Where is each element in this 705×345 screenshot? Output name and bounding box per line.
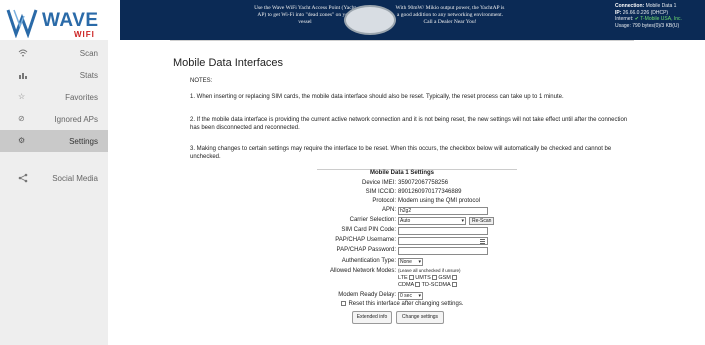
network-modes-label: Allowed Network Modes: — [329, 268, 396, 274]
sidebar-item-social-media[interactable]: Social Media — [0, 167, 108, 189]
sim-pin-label: SIM Card PIN Code: — [341, 227, 396, 233]
sidebar-item-settings[interactable]: ⚙ Settings — [0, 130, 108, 152]
chevron-down-icon: ▾ — [418, 259, 421, 265]
sidebar-item-scan[interactable]: Scan — [0, 42, 108, 64]
connection-label: Connection: — [615, 3, 645, 9]
network-modes-hint: (Leave all unchecked if unsure) — [398, 268, 461, 273]
chevron-down-icon: ▾ — [418, 293, 421, 299]
auth-type-label: Authentication Type: — [341, 258, 396, 264]
reset-row: Reset this interface after changing sett… — [170, 300, 634, 309]
auth-selected-value: None — [400, 259, 412, 265]
mode-lte-checkbox[interactable] — [408, 275, 414, 281]
modem-delay-select[interactable]: 0 sec ▾ — [398, 292, 423, 300]
usage-value: 790 bytes(0)/3 KB(U) — [632, 22, 680, 29]
logo-mark-icon — [6, 9, 38, 38]
protocol-row: Protocol: Modem using the QMI protocol — [170, 197, 634, 206]
note-1: 1. When inserting or replacing SIM cards… — [190, 94, 564, 100]
modem-delay-label: Modem Ready Delay: — [338, 292, 396, 298]
sidebar-item-favorites[interactable]: ☆ Favorites — [0, 86, 108, 108]
ad-text-right: With 90mW/ Mikio output power, the Yacht… — [395, 5, 505, 25]
bar-chart-icon — [18, 70, 28, 80]
device-imei-row: Device IMEI: 359072067758256 — [170, 179, 634, 188]
carrier-select[interactable]: Auto ▾ — [398, 217, 466, 225]
sidebar-item-label: Settings — [69, 137, 98, 146]
rescan-button[interactable]: Re-Scan — [469, 217, 495, 225]
ad-banner[interactable]: Use the Wave WiFi Yacht Access Point (Ya… — [120, 0, 705, 40]
mode-tdscdma-label: TD-SCDMA — [421, 282, 451, 288]
sidebar-item-stats[interactable]: Stats — [0, 64, 108, 86]
sim-iccid-value: 8901260970177346889 — [398, 189, 462, 195]
pap-username-label: PAP/CHAP Username: — [335, 237, 396, 243]
settings-panel: Mobile Data Interfaces NOTES: 1. When in… — [170, 40, 634, 345]
sim-iccid-row: SIM ICCID: 8901260970177346889 — [170, 188, 634, 197]
change-settings-button[interactable]: Change settings — [396, 311, 444, 324]
wifi-icon — [18, 48, 28, 58]
internet-value: ✔ T-Mobile USA, Inc. — [634, 16, 682, 22]
usage-label: Usage: — [615, 22, 631, 29]
mode-lte-label: LTE — [398, 275, 408, 281]
auth-type-select[interactable]: None ▾ — [398, 258, 423, 266]
carrier-selected-value: Auto — [400, 218, 411, 224]
sidebar: Scan Stats ☆ Favorites ⊘ Ignored APs ⚙ S… — [0, 40, 108, 345]
mode-gsm-checkbox[interactable] — [451, 275, 457, 281]
wave-wifi-logo[interactable]: WAVE WIFI — [6, 4, 110, 39]
sidebar-item-label: Scan — [79, 49, 98, 58]
mode-umts-label: UMTS — [415, 275, 431, 281]
sim-pin-input[interactable] — [398, 227, 488, 235]
connection-status: Connection: Mobile Data 1 IP: 26.66.0.22… — [615, 3, 682, 29]
note-2: 2. If the mobile data interface is provi… — [190, 117, 628, 131]
internet-label: Internet: — [615, 16, 634, 22]
network-modes-row-1: LTE UMTS GSM — [398, 275, 457, 281]
logo-text: WAVE — [42, 10, 99, 31]
delay-selected-value: 0 sec — [400, 293, 412, 299]
network-modes-row-2: CDMA TD-SCDMA — [398, 282, 457, 288]
device-imei-value: 359072067758256 — [398, 180, 449, 186]
sidebar-item-label: Social Media — [52, 174, 98, 183]
apn-input[interactable]: h2g2 — [398, 207, 488, 215]
device-imei-label: Device IMEI: — [361, 180, 396, 186]
main-content: Mobile Data Interfaces NOTES: 1. When in… — [108, 40, 705, 345]
share-icon — [18, 173, 28, 183]
extended-info-button[interactable]: Extended info — [352, 311, 392, 324]
note-3: 3. Making changes to certain settings ma… — [190, 146, 612, 160]
star-icon: ☆ — [18, 92, 26, 101]
chevron-down-icon: ▾ — [461, 218, 464, 224]
reset-interface-checkbox[interactable] — [341, 300, 347, 306]
sim-iccid-label: SIM ICCID: — [365, 189, 396, 195]
password-manager-icon[interactable] — [480, 239, 485, 244]
ip-label: IP: — [615, 9, 622, 16]
sidebar-item-ignored-aps[interactable]: ⊘ Ignored APs — [0, 108, 108, 130]
sidebar-item-label: Stats — [79, 71, 98, 80]
protocol-label: Protocol: — [372, 198, 396, 204]
connection-value: Mobile Data 1 — [645, 3, 677, 9]
page-title: Mobile Data Interfaces — [173, 57, 284, 69]
logo-subtext: WIFI — [74, 30, 95, 39]
protocol-value: Modem using the QMI protocol — [398, 198, 481, 204]
sidebar-item-label: Ignored APs — [54, 115, 98, 124]
mode-tdscdma-checkbox[interactable] — [451, 282, 457, 288]
mode-umts-checkbox[interactable] — [431, 275, 437, 281]
pap-username-input[interactable] — [398, 237, 488, 245]
blocked-icon: ⊘ — [18, 114, 25, 123]
pap-password-input[interactable] — [398, 247, 488, 255]
mode-cdma-checkbox[interactable] — [415, 282, 421, 288]
gear-icon: ⚙ — [18, 136, 26, 145]
notes-heading: NOTES: — [190, 78, 213, 84]
settings-heading: Mobile Data 1 Settings — [369, 170, 434, 176]
apn-label: APN: — [381, 207, 396, 213]
mode-gsm-label: GSM — [438, 275, 451, 281]
reset-interface-label: Reset this interface after changing sett… — [348, 301, 464, 307]
sidebar-item-label: Favorites — [65, 93, 98, 102]
header: WAVE WIFI Use the Wave WiFi Yacht Access… — [0, 0, 705, 40]
ip-value: 26.66.0.226 (DHCP) — [622, 9, 669, 16]
pap-password-label: PAP/CHAP Password: — [336, 247, 396, 253]
carrier-label: Carrier Selection: — [349, 217, 396, 223]
yacht-ap-product-image — [344, 5, 396, 35]
mode-cdma-label: CDMA — [398, 282, 415, 288]
